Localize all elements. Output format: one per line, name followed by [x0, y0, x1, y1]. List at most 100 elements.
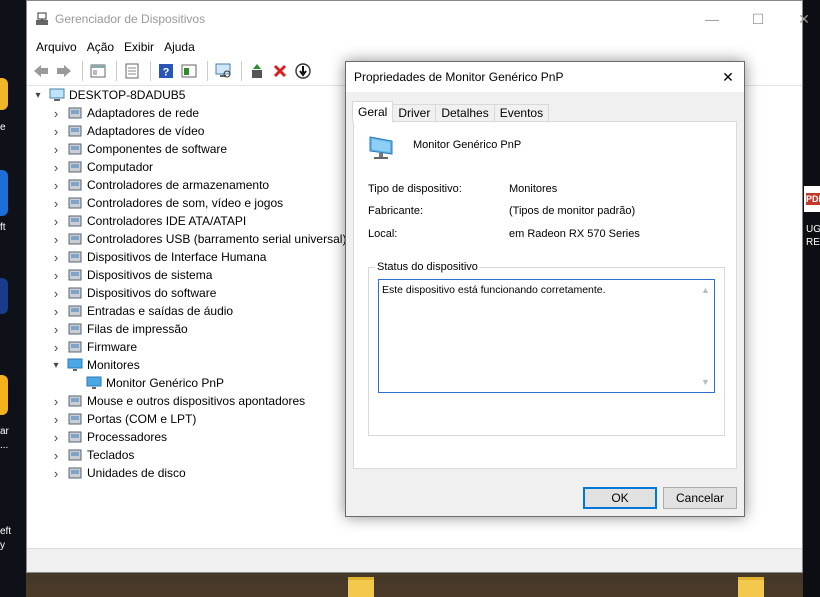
tree-item[interactable]: › Controladores IDE ATA/ATAPI — [27, 212, 347, 230]
expand-arrow-icon[interactable]: › — [49, 430, 63, 445]
tree-child-item[interactable]: Monitor Genérico PnP — [27, 374, 347, 392]
tree-item-label: Dispositivos de sistema — [87, 268, 213, 282]
expand-arrow-icon[interactable]: › — [49, 448, 63, 463]
tree-item[interactable]: › Teclados — [27, 446, 347, 464]
show-hide-icon[interactable] — [88, 61, 108, 81]
disable-icon[interactable] — [293, 61, 313, 81]
uninstall-icon[interactable] — [270, 61, 290, 81]
expand-arrow-icon[interactable]: › — [49, 340, 63, 355]
expand-arrow-icon[interactable]: › — [49, 466, 63, 481]
menu-arquivo[interactable]: Arquivo — [31, 38, 82, 56]
toolbar-separator — [241, 60, 242, 81]
tree-item[interactable]: › Dispositivos de sistema — [27, 266, 347, 284]
folder-icon[interactable] — [738, 577, 764, 597]
help-icon[interactable]: ? — [156, 61, 176, 81]
tab-eventos[interactable]: Eventos — [493, 104, 550, 122]
maximize-button[interactable]: ☐ — [735, 7, 781, 31]
tree-item[interactable]: › Unidades de disco — [27, 464, 347, 482]
tree-item[interactable]: › Controladores de armazenamento — [27, 176, 347, 194]
tree-item[interactable]: › Dispositivos do software — [27, 284, 347, 302]
scroll-up-icon[interactable]: ▲ — [701, 285, 710, 295]
desktop-right-strip — [803, 0, 820, 597]
minimize-button[interactable]: — — [689, 7, 735, 31]
expand-arrow-icon[interactable]: › — [49, 124, 63, 139]
tree-root[interactable]: ▾ DESKTOP-8DADUB5 — [27, 86, 347, 104]
expand-arrow-icon[interactable]: › — [49, 160, 63, 175]
processor-icon — [67, 430, 83, 444]
prop-value-type: Monitores — [509, 183, 558, 195]
prop-value-manufacturer: (Tipos de monitor padrão) — [509, 205, 636, 217]
expand-arrow-icon[interactable]: › — [49, 106, 63, 121]
desktop-app-icon[interactable] — [0, 278, 8, 314]
expand-arrow-icon[interactable]: › — [49, 232, 63, 247]
scroll-down-icon[interactable]: ▼ — [701, 377, 710, 387]
tree-item[interactable]: › Componentes de software — [27, 140, 347, 158]
device-manager-icon — [36, 12, 48, 25]
expand-arrow-icon[interactable]: › — [49, 286, 63, 301]
tree-item-label: Controladores USB (barramento serial uni… — [87, 232, 347, 246]
expand-arrow-icon[interactable]: › — [49, 178, 63, 193]
menu-bar: Arquivo Ação Exibir Ajuda — [27, 38, 802, 56]
tree-item[interactable]: › Firmware — [27, 338, 347, 356]
title-bar[interactable]: Gerenciador de Dispositivos — ☐ ✕ — [27, 1, 810, 38]
cancel-button[interactable]: Cancelar — [663, 487, 737, 509]
dialog-title-bar[interactable]: Propriedades de Monitor Genérico PnP ✕ — [346, 62, 744, 92]
collapse-arrow-icon[interactable]: ▾ — [49, 358, 63, 372]
tab-detalhes[interactable]: Detalhes — [435, 104, 495, 122]
tree-item[interactable]: › Processadores — [27, 428, 347, 446]
device-tree: ▾ DESKTOP-8DADUB5 › Adaptadores de rede › A… — [27, 86, 347, 549]
close-button[interactable]: ✕ — [781, 7, 820, 31]
tree-item[interactable]: › Adaptadores de rede — [27, 104, 347, 122]
expand-arrow-icon[interactable]: › — [49, 142, 63, 157]
scan-hardware-icon[interactable] — [213, 61, 233, 81]
action-view-icon[interactable] — [179, 61, 199, 81]
tree-item[interactable]: › Mouse e outros dispositivos apontadores — [27, 392, 347, 410]
expand-arrow-icon[interactable]: › — [49, 304, 63, 319]
forward-arrow-icon[interactable] — [54, 61, 74, 81]
status-bar — [27, 548, 802, 572]
tree-item[interactable]: › Adaptadores de vídeo — [27, 122, 347, 140]
tree-item[interactable]: ▾ Monitores — [27, 356, 347, 374]
device-status-text: Este dispositivo está funcionando corret… — [382, 284, 606, 296]
tab-driver[interactable]: Driver — [392, 104, 437, 122]
expand-arrow-icon[interactable]: › — [49, 250, 63, 265]
tree-item-label: Adaptadores de rede — [87, 106, 200, 120]
collapse-arrow-icon[interactable]: ▾ — [31, 88, 45, 102]
expand-arrow-icon[interactable]: › — [49, 196, 63, 211]
desktop-app-icon[interactable] — [0, 375, 8, 415]
expand-arrow-icon[interactable]: › — [49, 394, 63, 409]
desktop-icon-label: eft — [0, 526, 12, 537]
desktop-file-label: REC — [806, 237, 820, 248]
expand-arrow-icon[interactable]: › — [49, 268, 63, 283]
software-component-icon — [67, 142, 83, 156]
folder-icon[interactable] — [348, 577, 374, 597]
dialog-close-button[interactable]: ✕ — [712, 62, 744, 92]
tree-item[interactable]: › Computador — [27, 158, 347, 176]
expand-arrow-icon[interactable]: › — [49, 214, 63, 229]
properties-icon[interactable] — [122, 61, 142, 81]
tree-item[interactable]: › Portas (COM e LPT) — [27, 410, 347, 428]
status-scrollbar[interactable]: ▲ ▼ — [698, 281, 713, 391]
tree-item[interactable]: › Controladores USB (barramento serial un… — [27, 230, 347, 248]
update-driver-icon[interactable] — [247, 61, 267, 81]
dialog-title: Propriedades de Monitor Genérico PnP — [354, 70, 564, 84]
tree-item[interactable]: › Dispositivos de Interface Humana — [27, 248, 347, 266]
desktop-app-icon[interactable] — [0, 78, 8, 110]
tree-item-label: Controladores de som, vídeo e jogos — [87, 196, 284, 210]
window-title: Gerenciador de Dispositivos — [55, 12, 206, 26]
menu-acao[interactable]: Ação — [82, 38, 119, 56]
expand-arrow-icon[interactable]: › — [49, 412, 63, 427]
svg-text:?: ? — [163, 66, 170, 78]
tree-item[interactable]: › Controladores de som, vídeo e jogos — [27, 194, 347, 212]
ok-button[interactable]: OK — [583, 487, 657, 509]
menu-ajuda[interactable]: Ajuda — [159, 38, 200, 56]
expand-arrow-icon[interactable]: › — [49, 322, 63, 337]
tree-item-label: Dispositivos de Interface Humana — [87, 250, 267, 264]
tab-geral[interactable]: Geral — [352, 101, 394, 122]
menu-exibir[interactable]: Exibir — [119, 38, 159, 56]
tree-item[interactable]: › Entradas e saídas de áudio — [27, 302, 347, 320]
back-arrow-icon[interactable] — [31, 61, 51, 81]
desktop-app-icon[interactable] — [0, 170, 8, 216]
tree-item[interactable]: › Filas de impressão — [27, 320, 347, 338]
device-status-textbox[interactable]: Este dispositivo está funcionando corret… — [378, 279, 715, 393]
